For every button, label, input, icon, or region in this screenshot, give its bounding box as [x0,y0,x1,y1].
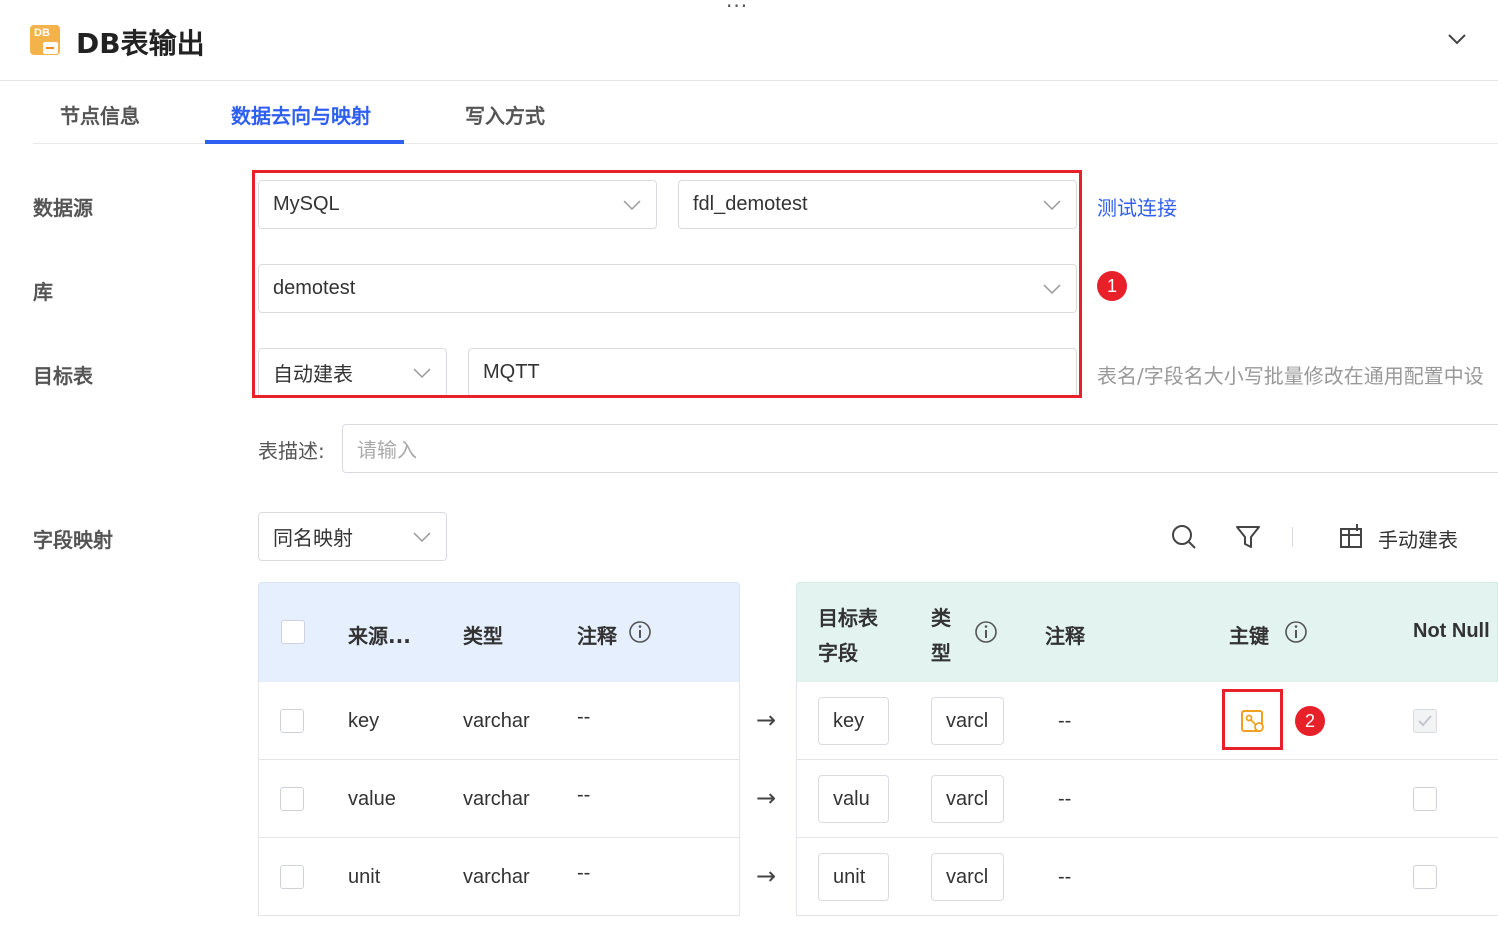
row-checkbox[interactable] [280,787,304,811]
col-source-field[interactable]: 来源... [348,620,411,649]
target-type-input[interactable]: varcl [931,775,1004,823]
more-dots[interactable]: ··· [726,0,748,18]
search-icon[interactable] [1170,523,1198,551]
target-table-header [796,582,1498,682]
source-field-type: varchar [463,788,530,810]
mapping-arrow-icon: → [756,706,777,734]
info-icon[interactable] [974,620,998,644]
col-not-null: Not Null [1413,620,1490,642]
table-create-icon[interactable] [1337,523,1365,551]
not-null-checkbox-checked [1413,709,1437,733]
col-target-comment: 注释 [1045,624,1085,648]
row-checkbox[interactable] [280,865,304,889]
info-icon[interactable] [1284,620,1308,644]
target-type-input[interactable]: varcl [931,853,1004,901]
db-output-icon: DB [30,25,60,55]
source-field-type: varchar [463,866,530,888]
source-field-comment: -- [577,706,591,728]
mapping-mode-value: 同名映射 [273,528,353,550]
col-target-type-line2: 型 [931,641,951,665]
field-mapping-label: 字段映射 [33,528,113,552]
info-icon[interactable] [628,620,652,644]
row-divider [796,837,1498,838]
row-divider [796,759,1498,760]
table-desc-placeholder: 请输入 [357,440,417,462]
row-checkbox[interactable] [280,709,304,733]
source-field-name: unit [348,866,381,888]
toolbar-divider [1292,527,1293,547]
target-table-body [796,682,1498,916]
db-icon-text: DB [34,27,50,39]
chevron-down-icon[interactable] [1446,28,1468,50]
mapping-arrow-icon: → [756,784,777,812]
highlight-box-1 [252,170,1082,398]
col-primary-key: 主键 [1229,624,1269,648]
not-null-checkbox[interactable] [1413,865,1437,889]
target-field-input[interactable]: valu [818,775,889,823]
row-divider [258,837,740,838]
case-hint-text: 表名/字段名大小写批量修改在通用配置中设 [1097,364,1484,388]
annotation-badge-2: 2 [1295,706,1325,736]
header-divider [0,80,1498,81]
target-table-label: 目标表 [33,364,93,388]
col-target-field-line1: 目标表 [818,606,878,630]
row-divider [258,759,740,760]
chevron-down-icon [413,532,431,543]
source-field-comment: -- [577,862,591,884]
mapping-arrow-icon: → [756,862,777,890]
tab-node-info[interactable]: 节点信息 [60,100,140,129]
mapping-mode-select[interactable]: 同名映射 [258,512,447,561]
source-field-comment: -- [577,784,591,806]
col-source-type: 类型 [463,624,503,648]
tab-write-mode[interactable]: 写入方式 [465,100,545,129]
test-connection-link[interactable]: 测试连接 [1097,192,1177,221]
col-target-field-line2: 字段 [818,641,858,665]
manual-create-button[interactable]: 手动建表 [1378,524,1458,553]
target-type-input[interactable]: varcl [931,697,1004,745]
col-source-comment: 注释 [577,624,617,648]
annotation-badge-1: 1 [1097,271,1127,301]
table-desc-label: 表描述: [258,439,325,463]
active-tab-indicator [205,140,404,144]
col-target-type-line1: 类 [931,606,951,630]
checkmark-icon [1418,715,1432,727]
source-field-name: key [348,710,380,732]
highlight-box-2 [1222,689,1283,750]
target-field-input[interactable]: unit [818,853,889,901]
filter-icon[interactable] [1234,523,1262,551]
select-all-checkbox[interactable] [281,620,305,644]
source-field-name: value [348,788,396,810]
target-field-input[interactable]: key [818,697,889,745]
database-label: 库 [33,280,53,304]
target-field-comment: -- [1058,788,1072,810]
datasource-label: 数据源 [33,196,93,220]
tab-data-destination-mapping[interactable]: 数据去向与映射 [231,100,371,129]
target-field-comment: -- [1058,866,1072,888]
panel-title: DB表输出 [76,27,205,60]
table-desc-input[interactable]: 请输入 [342,424,1498,473]
not-null-checkbox[interactable] [1413,787,1437,811]
target-field-comment: -- [1058,710,1072,732]
source-field-type: varchar [463,710,530,732]
